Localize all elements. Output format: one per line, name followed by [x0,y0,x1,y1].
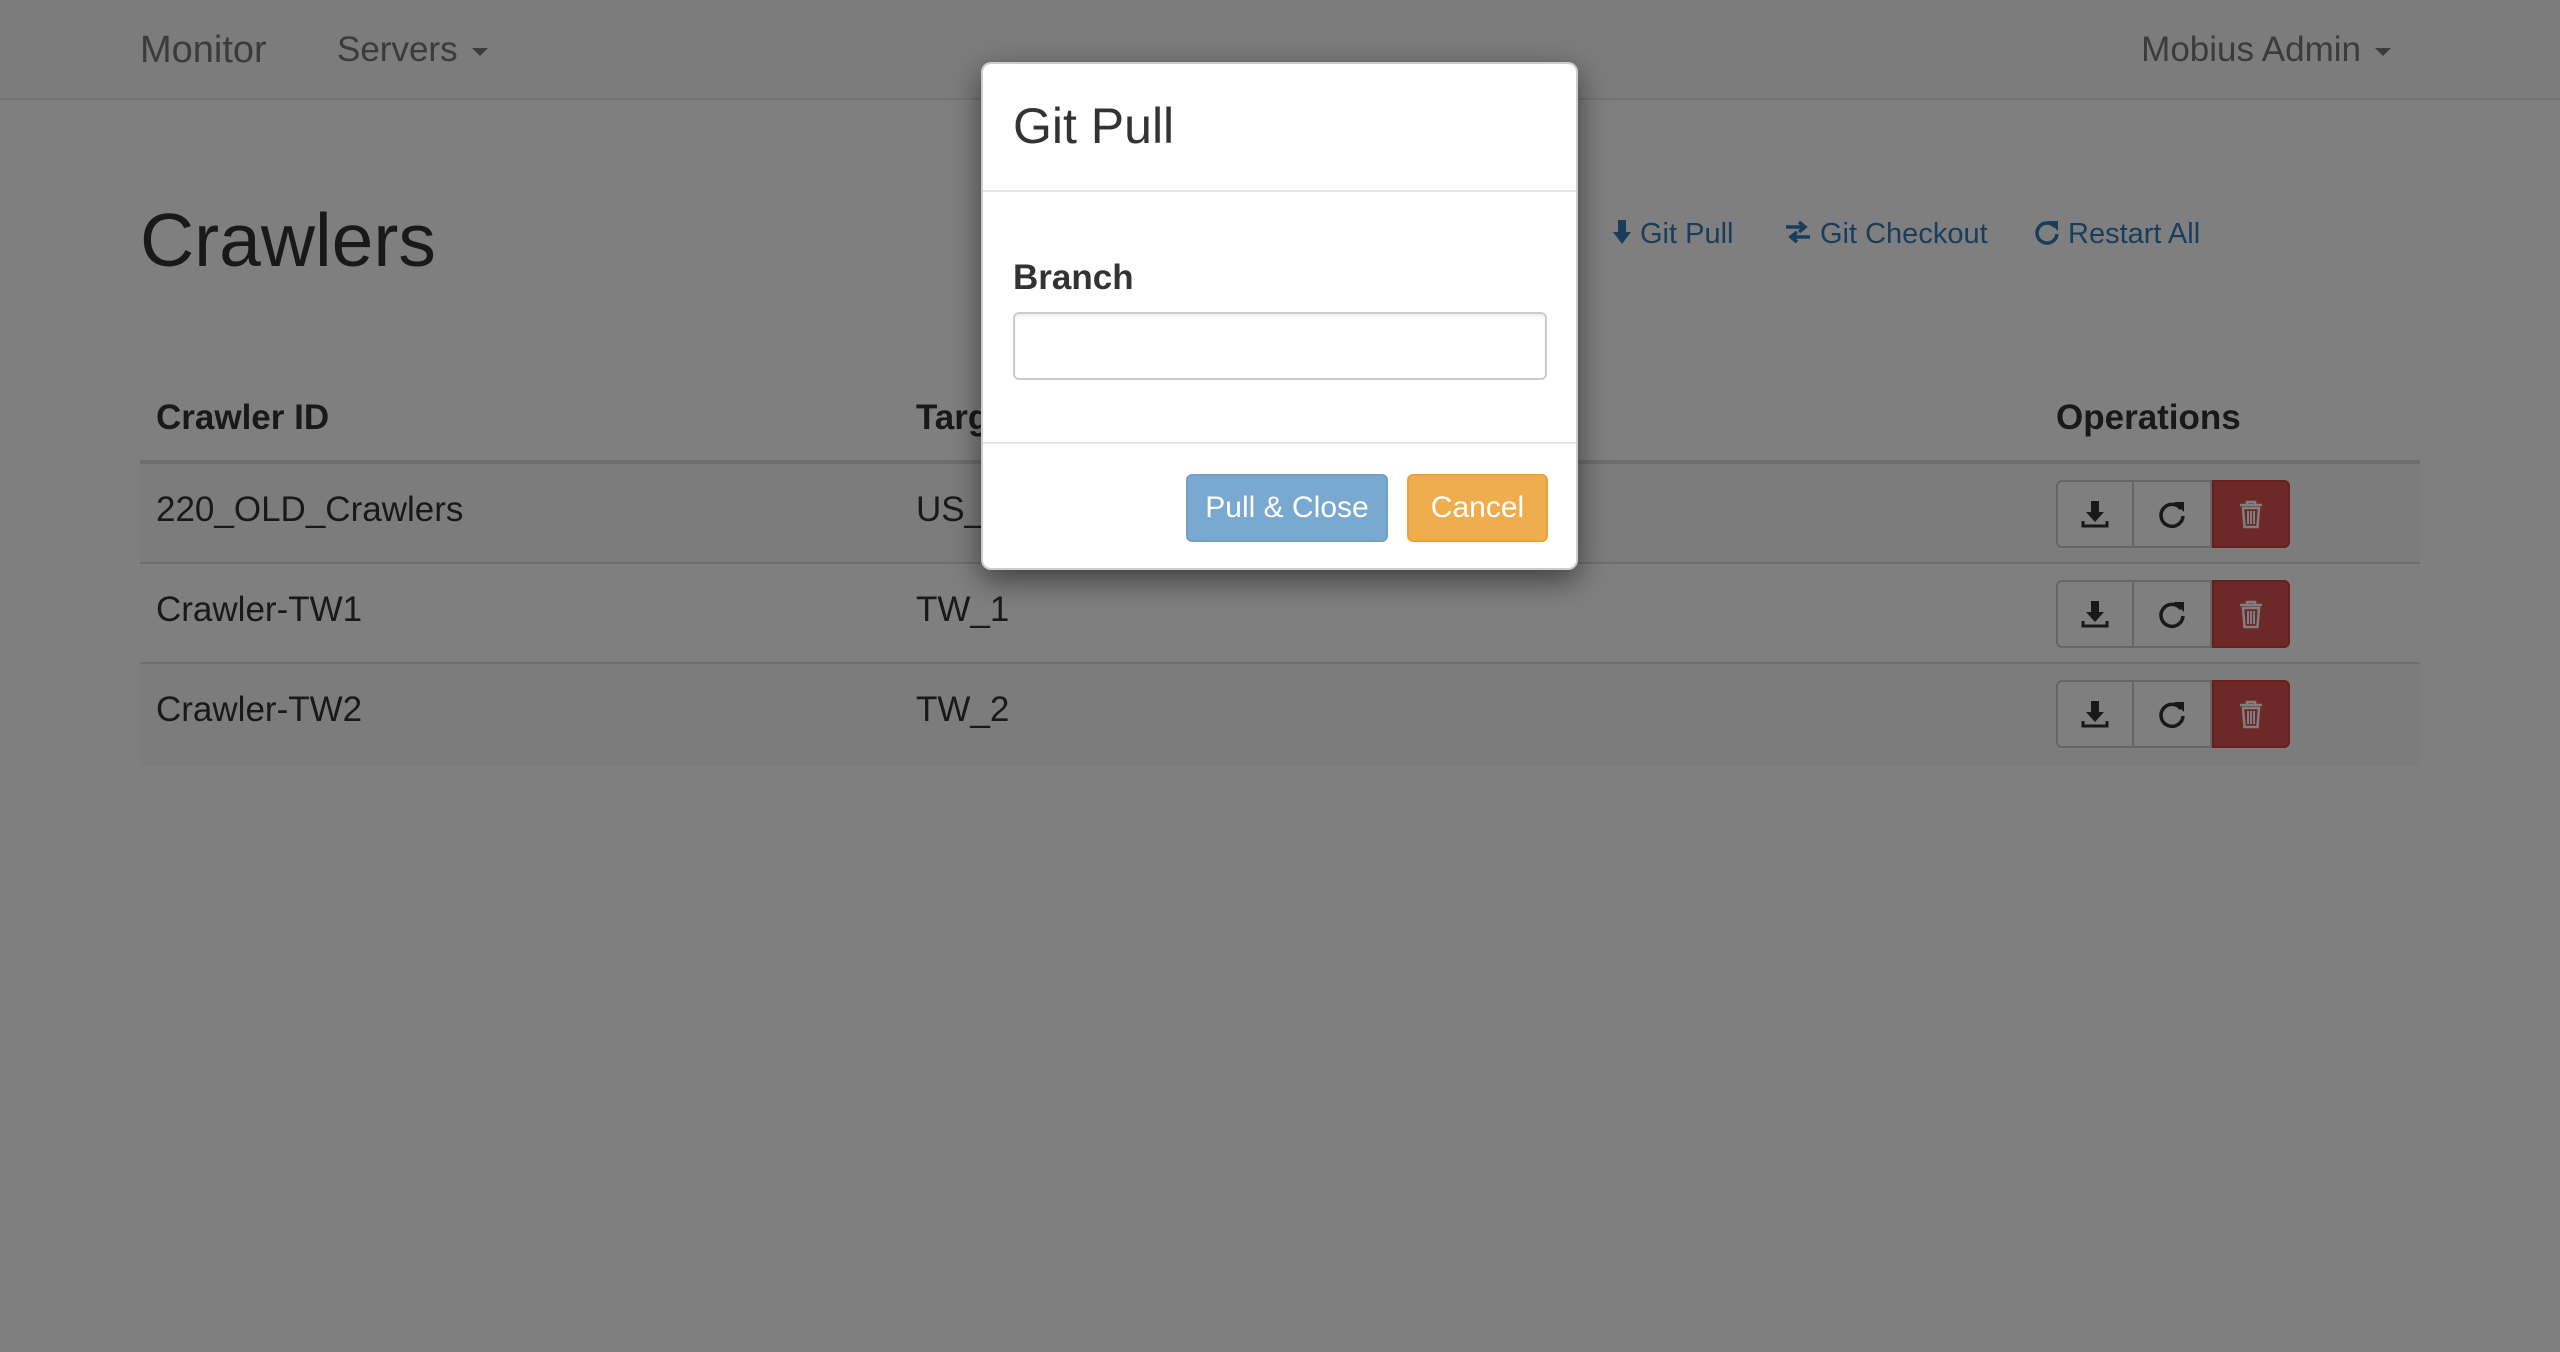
app-root: Monitor Servers Mobius Admin Crawlers Gi… [0,0,2560,1352]
modal-title: Git Pull [1013,98,1175,154]
branch-label: Branch [1013,258,1134,297]
branch-input[interactable] [1013,312,1547,380]
git-pull-modal: Git Pull Branch Pull & Close Cancel [981,62,1578,570]
cancel-button[interactable]: Cancel [1407,474,1548,542]
modal-footer: Pull & Close Cancel [983,442,1576,568]
modal-header: Git Pull [983,64,1576,192]
pull-and-close-button[interactable]: Pull & Close [1186,474,1388,542]
